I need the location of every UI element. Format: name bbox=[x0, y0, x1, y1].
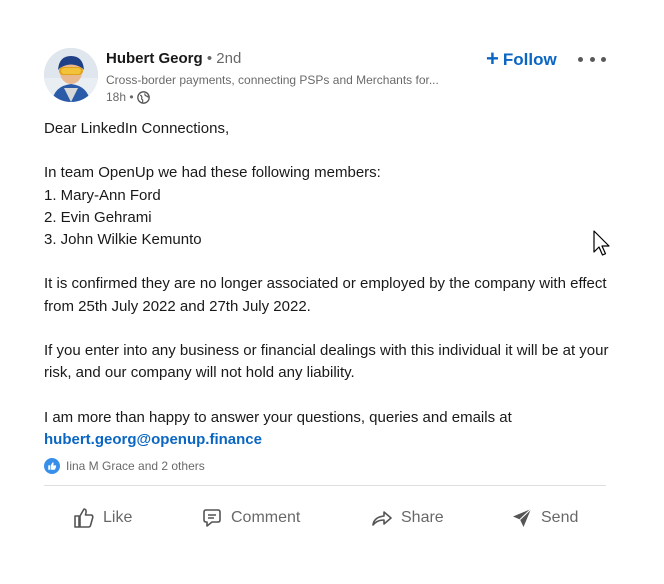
more-options-icon[interactable] bbox=[578, 52, 606, 66]
globe-icon bbox=[136, 90, 150, 104]
author-name-line[interactable]: Hubert Georg • 2nd bbox=[106, 50, 241, 67]
email-link[interactable]: hubert.georg@openup.finance bbox=[44, 431, 262, 448]
post-time: 18h • bbox=[106, 90, 134, 104]
post-closing: I am more than happy to answer your ques… bbox=[44, 408, 512, 426]
social-actions-bar: Like Comment Share Send bbox=[44, 496, 606, 542]
post-body: Dear LinkedIn Connections, In team OpenU… bbox=[44, 118, 614, 451]
comment-button[interactable]: Comment bbox=[200, 496, 300, 540]
share-button[interactable]: Share bbox=[370, 496, 444, 540]
send-button[interactable]: Send bbox=[510, 496, 578, 540]
author-avatar[interactable] bbox=[44, 48, 98, 102]
comment-label: Comment bbox=[231, 509, 301, 526]
plus-icon: + bbox=[486, 46, 499, 71]
dot bbox=[601, 56, 606, 62]
post-intro: In team OpenUp we had these following me… bbox=[44, 164, 381, 182]
author-name[interactable]: Hubert Georg bbox=[106, 50, 203, 67]
post-warning: If you enter into any business or financ… bbox=[44, 341, 609, 382]
divider bbox=[44, 485, 606, 486]
dot bbox=[589, 56, 595, 62]
thumbs-up-icon bbox=[74, 508, 94, 528]
dot bbox=[578, 56, 583, 62]
send-label: Send bbox=[541, 509, 579, 526]
member-item: 1. Mary-Ann Ford bbox=[44, 186, 161, 204]
like-label: Like bbox=[103, 509, 133, 526]
connection-degree: • 2nd bbox=[206, 50, 242, 67]
send-plane-icon bbox=[513, 508, 532, 527]
author-headline: Cross-border payments, connecting PSPs a… bbox=[106, 73, 439, 87]
share-arrow-icon bbox=[372, 511, 392, 526]
mouse-cursor-icon bbox=[593, 230, 610, 256]
member-item: 3. John Wilkie Kemunto bbox=[44, 231, 202, 248]
feed-post: Hubert Georg • 2nd Cross-border payments… bbox=[0, 0, 664, 584]
reactions-text: Iina M Grace and 2 others bbox=[66, 459, 205, 473]
like-button[interactable]: Like bbox=[72, 496, 132, 540]
comment-icon bbox=[203, 509, 221, 527]
post-confirmation: It is confirmed they are no longer assoc… bbox=[44, 275, 607, 315]
avatar-photo bbox=[44, 48, 98, 102]
share-label: Share bbox=[401, 509, 444, 526]
follow-button[interactable]: + Follow bbox=[486, 48, 557, 72]
reactions-summary[interactable]: Iina M Grace and 2 others bbox=[44, 458, 205, 474]
like-reaction-icon bbox=[44, 458, 60, 474]
member-item: 2. Evin Gehrami bbox=[44, 208, 152, 226]
post-meta: 18h • bbox=[106, 90, 150, 104]
post-greeting: Dear LinkedIn Connections, bbox=[44, 120, 230, 137]
follow-label: Follow bbox=[502, 50, 557, 69]
